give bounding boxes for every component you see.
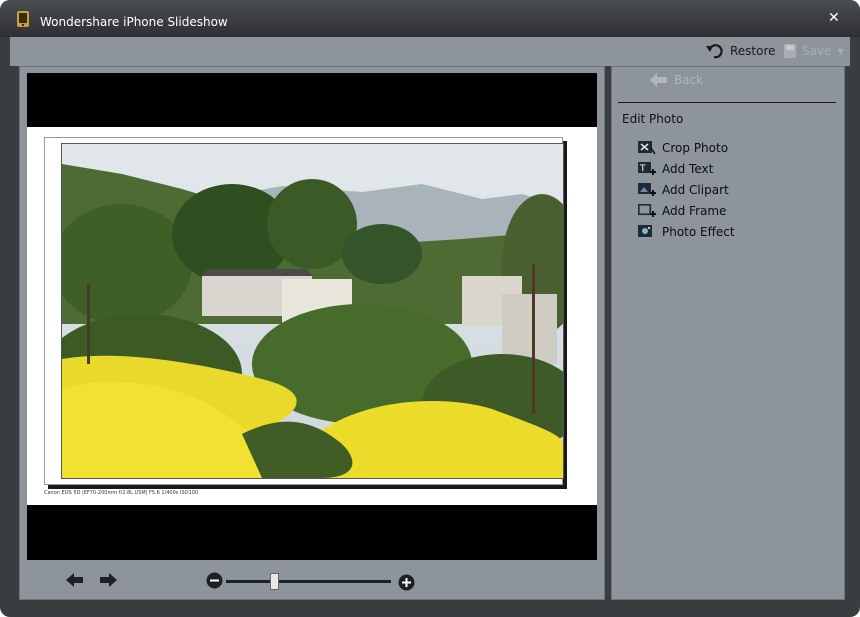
- menu-item-label: Add Frame: [662, 203, 727, 218]
- add-frame-button[interactable]: Add Frame: [638, 200, 735, 221]
- chevron-down-icon[interactable]: ▼: [837, 47, 843, 56]
- save-label: Save: [802, 44, 832, 58]
- add-frame-icon: [638, 203, 656, 217]
- landscape-photo[interactable]: [61, 143, 564, 479]
- separator: [618, 102, 836, 103]
- crop-icon: [638, 141, 656, 155]
- add-text-icon: T: [638, 162, 656, 175]
- app-logo-icon: [17, 11, 29, 27]
- section-title: Edit Photo: [622, 112, 684, 126]
- menu-item-label: Add Text: [662, 161, 714, 176]
- menu-item-label: Add Clipart: [662, 182, 729, 197]
- save-button[interactable]: Save ▼: [783, 42, 844, 60]
- back-arrow-icon: [650, 73, 667, 87]
- zoom-out-icon[interactable]: [206, 572, 223, 589]
- app-window: Wondershare iPhone Slideshow ✕ Restore S…: [0, 0, 860, 617]
- photo-effect-icon: [638, 225, 652, 237]
- window-title: Wondershare iPhone Slideshow: [40, 15, 228, 29]
- photo-frame: [44, 137, 564, 485]
- restore-button[interactable]: Restore: [706, 42, 776, 60]
- next-arrow-icon[interactable]: [100, 572, 118, 588]
- crop-photo-button[interactable]: Crop Photo: [638, 137, 735, 158]
- slide-preview: Canon EOS 5D |EF70-200mm f/2.8L USM| F5.…: [27, 73, 597, 560]
- photo-caption: Canon EOS 5D |EF70-200mm f/2.8L USM| F5.…: [44, 490, 199, 496]
- toolbar: Restore Save ▼: [10, 37, 850, 66]
- previous-arrow-icon[interactable]: [66, 572, 84, 588]
- save-icon: [784, 44, 796, 58]
- back-button[interactable]: Back: [650, 73, 703, 87]
- slide-canvas: Canon EOS 5D |EF70-200mm f/2.8L USM| F5.…: [27, 127, 597, 505]
- title-bar[interactable]: Wondershare iPhone Slideshow ✕: [0, 0, 860, 37]
- preview-panel: Canon EOS 5D |EF70-200mm f/2.8L USM| F5.…: [19, 66, 605, 600]
- menu-item-label: Photo Effect: [662, 224, 735, 239]
- zoom-slider-track[interactable]: [226, 580, 391, 583]
- menu-item-label: Crop Photo: [662, 140, 729, 155]
- back-label: Back: [674, 73, 704, 87]
- svg-text:T: T: [639, 164, 646, 174]
- edit-panel: Back Edit Photo Crop Photo T Add Text Ad…: [611, 66, 845, 600]
- zoom-in-icon[interactable]: [398, 574, 415, 591]
- photo-effect-button[interactable]: Photo Effect: [638, 221, 735, 242]
- zoom-slider-thumb[interactable]: [270, 573, 279, 590]
- restore-label: Restore: [730, 44, 776, 58]
- restore-icon: [706, 44, 723, 59]
- add-clipart-button[interactable]: Add Clipart: [638, 179, 735, 200]
- add-clipart-icon: [638, 183, 656, 196]
- edit-menu: Crop Photo T Add Text Add Clipart Add Fr…: [638, 137, 735, 242]
- add-text-button[interactable]: T Add Text: [638, 158, 735, 179]
- close-button[interactable]: ✕: [828, 10, 840, 26]
